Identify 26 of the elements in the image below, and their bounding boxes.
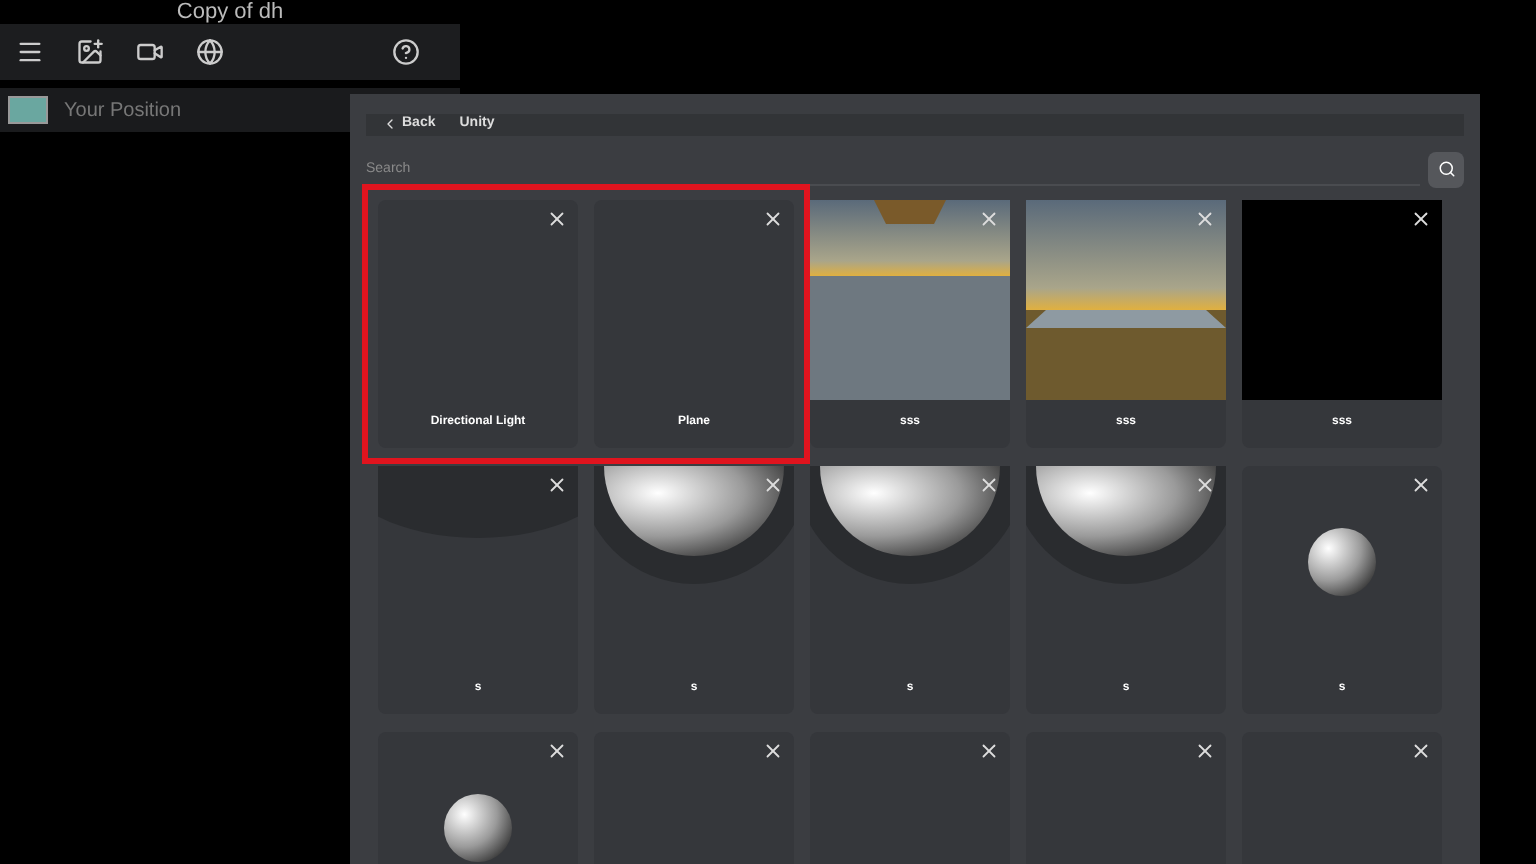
close-icon[interactable]	[1194, 739, 1216, 761]
close-icon[interactable]	[546, 739, 568, 761]
close-icon[interactable]	[762, 473, 784, 495]
close-icon[interactable]	[762, 739, 784, 761]
close-icon[interactable]	[1410, 207, 1432, 229]
window-title: Copy of dh	[174, 0, 286, 24]
close-icon[interactable]	[1410, 739, 1432, 761]
close-icon[interactable]	[1410, 473, 1432, 495]
sphere-preview-drawing	[442, 791, 514, 863]
close-icon[interactable]	[546, 473, 568, 495]
layer-thumbnail	[8, 96, 48, 124]
search-button[interactable]	[1428, 151, 1464, 187]
close-icon[interactable]	[978, 739, 1000, 761]
menu-icon[interactable]	[16, 38, 44, 66]
close-icon[interactable]	[546, 207, 568, 229]
close-icon[interactable]	[762, 207, 784, 229]
sphere-preview-drawing	[1306, 525, 1378, 597]
layer-name: Your Position	[64, 97, 182, 125]
help-icon[interactable]	[392, 38, 420, 66]
image-plus-icon[interactable]	[76, 38, 104, 66]
search-icon	[1437, 160, 1455, 178]
globe-icon[interactable]	[196, 38, 224, 66]
video-camera-icon[interactable]	[136, 38, 164, 66]
close-icon[interactable]	[1194, 473, 1216, 495]
chevron-left-icon	[382, 116, 398, 133]
close-icon[interactable]	[978, 473, 1000, 495]
